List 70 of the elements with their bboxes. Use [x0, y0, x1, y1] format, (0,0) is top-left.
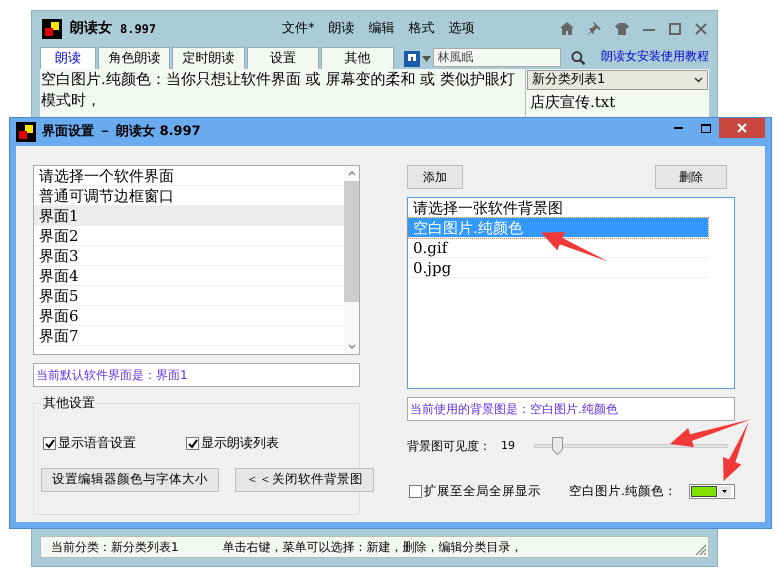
minimize-icon — [674, 127, 683, 129]
skin-list-item[interactable]: 普通可调节边框窗口 — [34, 186, 344, 206]
menu-item[interactable]: 朗读 — [328, 18, 355, 38]
chevron-down-icon[interactable] — [348, 344, 356, 349]
tab[interactable]: 朗读 — [40, 47, 96, 69]
resize-grip-icon[interactable] — [694, 543, 706, 555]
editor-text[interactable]: 空白图片.纯颜色：当你只想让软件界面 或 屏幕变的柔和 或 类似护眼灯模式时， — [40, 69, 525, 119]
skin-list-item[interactable]: 界面5 — [34, 286, 344, 306]
tab[interactable]: 其他 — [321, 47, 394, 69]
file-list-item[interactable]: 店庆宣传.txt — [526, 91, 709, 114]
chevron-down-icon — [694, 77, 703, 83]
maximize-icon[interactable] — [669, 22, 681, 34]
close-icon[interactable] — [695, 22, 707, 34]
status-hint: 单击右键，菜单可以选择：新建，删除，编辑分类目录， — [222, 539, 523, 556]
dropdown-caret-icon — [718, 486, 731, 497]
checkbox-label[interactable]: 扩展至全局全屏显示 — [424, 482, 541, 501]
delete-button[interactable]: 删除 — [655, 165, 727, 189]
menu-item[interactable]: 文件* — [282, 18, 315, 38]
checkbox[interactable] — [186, 437, 199, 450]
chevron-up-icon[interactable] — [348, 171, 356, 176]
shirt-icon[interactable] — [615, 22, 629, 34]
home-icon[interactable] — [560, 22, 574, 35]
slider-thumb[interactable] — [552, 437, 564, 455]
settings-button[interactable]: ＜＜关闭软件背景图 — [235, 468, 374, 492]
checkbox-label[interactable]: 显示朗读列表 — [201, 434, 279, 454]
status-category: 当前分类：新分类列表1 — [51, 539, 179, 556]
checkbox[interactable] — [409, 484, 422, 498]
background-list-item[interactable]: 0.gif — [408, 238, 708, 258]
background-list-item[interactable]: 请选择一张软件背景图 — [408, 198, 708, 218]
dialog-title: 界面设置 － 朗读女 8.997 — [42, 122, 201, 142]
skin-list-item[interactable]: 请选择一个软件界面 — [34, 166, 344, 186]
visibility-reading: 19 — [501, 438, 516, 454]
help-link[interactable]: 朗读女安装使用教程 — [601, 47, 709, 65]
tab[interactable]: 角色朗读 — [98, 47, 170, 69]
menu-item[interactable]: 编辑 — [368, 18, 395, 38]
scrollbar-thumb[interactable] — [344, 181, 359, 302]
window-title: 朗读女 — [70, 18, 112, 38]
skin-list-item[interactable]: 界面6 — [34, 306, 344, 326]
pin-icon[interactable] — [588, 22, 601, 35]
menu-item[interactable]: 选项 — [448, 18, 475, 38]
app-logo-icon — [42, 18, 62, 38]
current-background-field: 当前使用的背景图是：空白图片.纯颜色 — [407, 397, 735, 421]
close-button[interactable] — [719, 118, 765, 138]
checkbox-label[interactable]: 显示语音设置 — [58, 434, 136, 454]
app-logo-icon — [16, 122, 36, 142]
category-select[interactable]: 新分类列表1 — [527, 70, 708, 90]
scrollbar[interactable] — [344, 166, 359, 354]
search-icon[interactable] — [570, 50, 585, 66]
color-label: 空白图片.纯颜色： — [569, 482, 677, 500]
skin-list-item[interactable]: 界面2 — [34, 226, 344, 246]
tab[interactable]: 定时朗读 — [172, 47, 245, 69]
toolbar-icon[interactable] — [404, 51, 420, 67]
add-button[interactable]: 添加 — [407, 165, 463, 189]
settings-button[interactable]: 设置编辑器颜色与字体大小 — [41, 468, 219, 492]
checkbox[interactable] — [43, 437, 56, 450]
search-field[interactable]: 林風眠 — [432, 48, 561, 67]
visibility-slider[interactable] — [534, 437, 728, 455]
skin-list-item[interactable]: 界面4 — [34, 266, 344, 286]
visibility-label: 背景图可见度： — [407, 438, 492, 455]
menu-item[interactable]: 格式 — [408, 18, 435, 38]
skin-list-item[interactable]: 界面3 — [34, 246, 344, 266]
dropdown-caret-icon[interactable] — [422, 56, 431, 62]
close-icon — [737, 123, 747, 133]
maximize-icon — [700, 124, 710, 132]
skin-list-item[interactable]: 界面1 — [34, 206, 344, 226]
color-picker[interactable] — [689, 484, 735, 499]
current-skin-field: 当前默认软件界面是：界面1 — [33, 363, 360, 387]
tab[interactable]: 设置 — [246, 47, 320, 69]
skin-list-item[interactable]: 界面7 — [34, 326, 344, 346]
version-label: 8.997 — [120, 20, 156, 38]
